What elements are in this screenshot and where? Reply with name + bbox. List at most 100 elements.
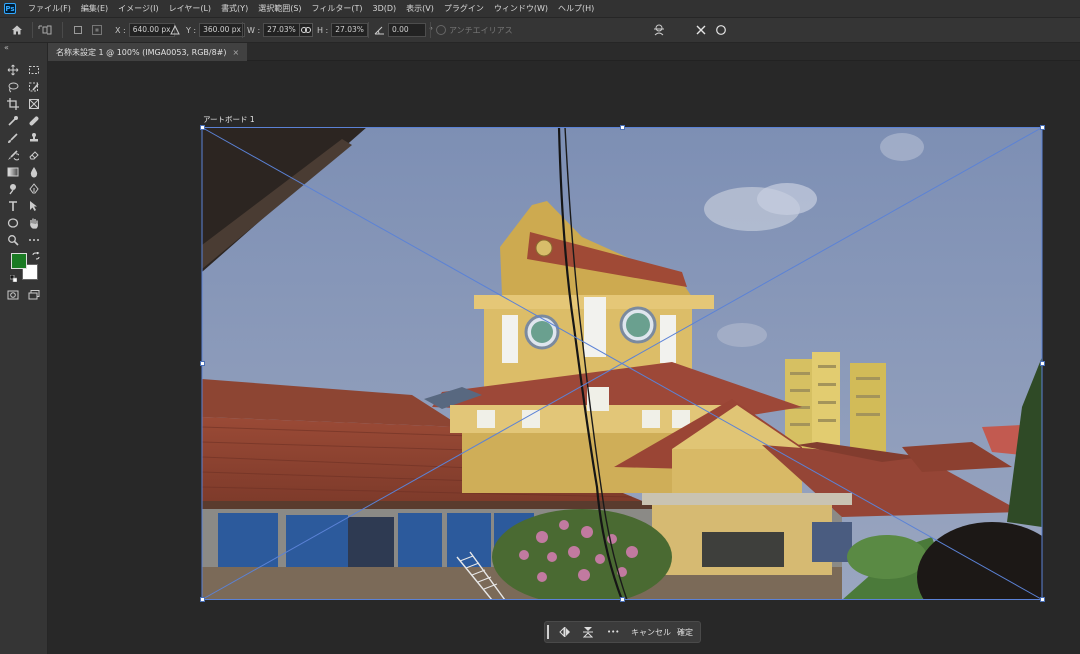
- frame-tool[interactable]: [27, 97, 41, 111]
- brush-icon: [8, 133, 18, 143]
- cancel-label: キャンセル: [631, 627, 671, 637]
- menu-edit[interactable]: 編集(E): [76, 0, 113, 17]
- menu-select[interactable]: 選択範囲(S): [253, 0, 306, 17]
- cancel-transform-button[interactable]: [695, 18, 707, 42]
- transform-handle-top-left[interactable]: [200, 125, 205, 130]
- transform-handle-top-center[interactable]: [620, 125, 625, 130]
- home-icon: [12, 25, 22, 35]
- angle-icon: [374, 26, 384, 35]
- x-position-field[interactable]: 640.00 px: [128, 23, 175, 37]
- menu-bar: Ps ファイル(F) 編集(E) イメージ(I) レイヤー(L) 書式(Y) 選…: [0, 0, 1080, 17]
- history-brush-tool[interactable]: [6, 148, 20, 162]
- direct-selection-arrow-icon: [30, 201, 37, 211]
- maintain-aspect-ratio-button[interactable]: [299, 18, 313, 42]
- rectangular-marquee-icon: [29, 66, 39, 74]
- close-icon: [696, 25, 706, 35]
- lasso-tool[interactable]: [6, 80, 20, 94]
- stamp-icon: [30, 133, 38, 142]
- menu-3d[interactable]: 3D(D): [368, 0, 402, 17]
- collapse-arrows-icon[interactable]: «: [4, 43, 9, 52]
- transform-handle-top-right[interactable]: [1040, 125, 1045, 130]
- confirm-button[interactable]: 確定: [677, 622, 693, 642]
- home-button[interactable]: [10, 18, 24, 42]
- more-dots-icon: [29, 239, 39, 241]
- shape-tool[interactable]: [6, 216, 20, 230]
- eyedropper-tool[interactable]: [6, 114, 20, 128]
- menu-type[interactable]: 書式(Y): [216, 0, 253, 17]
- more-options-button[interactable]: •••: [607, 622, 619, 642]
- blur-tool[interactable]: [27, 165, 41, 179]
- object-selection-tool[interactable]: [27, 80, 41, 94]
- menu-image[interactable]: イメージ(I): [113, 0, 163, 17]
- rotation-angle-field[interactable]: 0.00: [388, 23, 426, 37]
- transform-handle-bottom-center[interactable]: [620, 597, 625, 602]
- tools-panel: «: [0, 43, 48, 654]
- magnifier-icon: [8, 235, 19, 246]
- quick-mask-button[interactable]: [6, 288, 20, 302]
- water-drop-icon: [30, 167, 38, 178]
- menu-file[interactable]: ファイル(F): [23, 0, 76, 17]
- eraser-tool[interactable]: [27, 148, 41, 162]
- flip-horizontal-icon: [559, 627, 570, 637]
- height-field[interactable]: 27.03%: [331, 23, 368, 37]
- menu-help[interactable]: ヘルプ(H): [553, 0, 599, 17]
- transform-handle-bottom-right[interactable]: [1040, 597, 1045, 602]
- reference-point-checkbox[interactable]: [74, 26, 82, 34]
- dodge-tool[interactable]: [6, 182, 20, 196]
- cancel-button[interactable]: キャンセル: [631, 622, 671, 642]
- market-clock-tower-photo: [202, 127, 1042, 600]
- transform-handle-bottom-left[interactable]: [200, 597, 205, 602]
- y-position-field[interactable]: 360.00 px: [199, 23, 245, 37]
- menu-plugins[interactable]: プラグイン: [439, 0, 489, 17]
- menu-filter[interactable]: フィルター(T): [307, 0, 368, 17]
- warp-mode-button[interactable]: [652, 18, 666, 42]
- edit-toolbar-button[interactable]: [27, 233, 41, 247]
- type-tool[interactable]: [6, 199, 20, 213]
- gradient-tool[interactable]: [6, 165, 20, 179]
- commit-transform-button[interactable]: [715, 18, 727, 42]
- menu-view[interactable]: 表示(V): [401, 0, 439, 17]
- zoom-tool[interactable]: [6, 233, 20, 247]
- reference-point-locator[interactable]: [92, 18, 102, 42]
- healing-brush-tool[interactable]: [27, 114, 41, 128]
- clone-stamp-tool[interactable]: [27, 131, 41, 145]
- hand-icon: [30, 218, 38, 229]
- brush-tool[interactable]: [6, 131, 20, 145]
- w-label: W :: [247, 25, 261, 35]
- path-selection-tool[interactable]: [27, 199, 41, 213]
- width-field[interactable]: 27.03%: [263, 23, 300, 37]
- hand-tool[interactable]: [27, 216, 41, 230]
- pen-tool[interactable]: [27, 182, 41, 196]
- bandage-icon: [29, 116, 39, 126]
- transform-handle-middle-right[interactable]: [1040, 361, 1045, 366]
- confirm-label: 確定: [677, 627, 693, 637]
- crop-tool[interactable]: [6, 97, 20, 111]
- menu-window[interactable]: ウィンドウ(W): [489, 0, 553, 17]
- screen-mode-button[interactable]: [27, 288, 41, 302]
- close-icon[interactable]: ×: [233, 48, 240, 57]
- flip-horizontal-button[interactable]: [559, 622, 571, 642]
- relative-position-toggle[interactable]: [170, 18, 180, 42]
- document-tab-bar: 名称未設定 1 @ 100% (IMGA0053, RGB/8#) ×: [48, 43, 1080, 61]
- transform-tool-preset[interactable]: [38, 18, 52, 42]
- transform-handle-middle-left[interactable]: [200, 361, 205, 366]
- menu-layer[interactable]: レイヤー(L): [164, 0, 216, 17]
- contextual-task-bar: ••• キャンセル 確定: [544, 621, 701, 643]
- lasso-icon: [8, 82, 19, 93]
- flip-vertical-button[interactable]: [583, 622, 593, 642]
- screen-mode-icon: [28, 290, 40, 300]
- default-colors-icon[interactable]: [9, 274, 18, 283]
- move-tool[interactable]: [6, 63, 20, 77]
- canvas-photo[interactable]: [202, 127, 1042, 600]
- swap-colors-icon[interactable]: [32, 251, 40, 260]
- foreground-color-swatch[interactable]: [11, 253, 27, 269]
- marquee-tool[interactable]: [27, 63, 41, 77]
- divider: [242, 22, 243, 38]
- eraser-icon: [29, 151, 39, 160]
- delta-icon: [170, 25, 180, 35]
- document-tab[interactable]: 名称未設定 1 @ 100% (IMGA0053, RGB/8#) ×: [48, 43, 248, 61]
- artboard-label[interactable]: アートボード 1: [203, 114, 255, 125]
- gradient-icon: [7, 167, 19, 177]
- drag-handle[interactable]: [547, 625, 549, 639]
- antialias-radio[interactable]: [436, 25, 446, 35]
